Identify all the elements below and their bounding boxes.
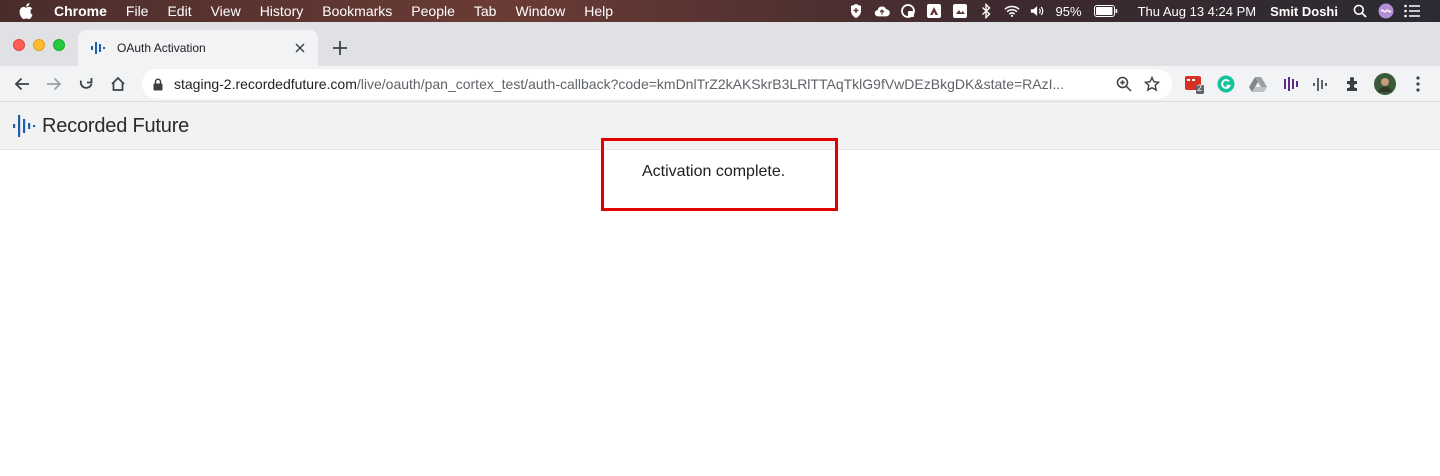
browser-tab-strip: OAuth Activation	[0, 22, 1440, 66]
menu-people[interactable]: People	[411, 0, 455, 22]
calendar-extension-icon[interactable]: 2	[1184, 74, 1204, 94]
tab-title: OAuth Activation	[117, 41, 206, 55]
status-area: 95% Thu Aug 13 4:24 PM Smit Doshi	[848, 0, 1440, 22]
bluetooth-icon[interactable]	[978, 3, 994, 19]
grammarly-icon[interactable]	[1216, 74, 1236, 94]
apple-logo-icon[interactable]	[19, 3, 35, 19]
browser-toolbar: staging-2.recordedfuture.com/live/oauth/…	[0, 66, 1440, 102]
menu-view[interactable]: View	[211, 0, 241, 22]
tab-close-icon[interactable]	[292, 40, 308, 56]
menu-history[interactable]: History	[260, 0, 304, 22]
battery-icon[interactable]	[1093, 3, 1118, 19]
wifi-icon[interactable]	[1003, 3, 1020, 19]
google-drive-sync-icon[interactable]	[900, 3, 916, 19]
user-name[interactable]: Smit Doshi	[1270, 4, 1338, 19]
extension-badge-count: 2	[1197, 83, 1203, 93]
url-text[interactable]: staging-2.recordedfuture.com/live/oauth/…	[174, 76, 1114, 92]
forward-arrow-icon[interactable]	[43, 73, 65, 95]
window-close-button[interactable]	[13, 39, 25, 51]
menu-help[interactable]: Help	[584, 0, 613, 22]
menu-bookmarks[interactable]: Bookmarks	[322, 0, 392, 22]
reload-icon[interactable]	[75, 73, 97, 95]
macos-menu-bar: Chrome File Edit View History Bookmarks …	[0, 0, 1440, 22]
menu-app-name[interactable]: Chrome	[54, 0, 107, 22]
back-arrow-icon[interactable]	[11, 73, 33, 95]
screenshot-app-icon[interactable]	[952, 3, 968, 19]
tab-oauth-activation[interactable]: OAuth Activation	[78, 30, 318, 66]
notification-center-icon[interactable]	[1404, 3, 1420, 19]
recorded-future-logo-icon	[13, 115, 36, 137]
spotlight-search-icon[interactable]	[1352, 3, 1368, 19]
url-path: /live/oauth/pan_cortex_test/auth-callbac…	[356, 76, 1065, 92]
battery-percent: 95%	[1055, 3, 1082, 19]
menu-edit[interactable]: Edit	[167, 0, 191, 22]
extensions-puzzle-icon[interactable]	[1343, 74, 1363, 94]
activation-message: Activation complete.	[642, 163, 786, 180]
zoom-icon[interactable]	[1114, 74, 1134, 94]
purple-bars-extension-icon[interactable]	[1280, 74, 1300, 94]
url-host: staging-2.recordedfuture.com	[174, 76, 357, 92]
drive-extension-icon[interactable]	[1248, 74, 1268, 94]
new-tab-button[interactable]	[330, 38, 350, 58]
shield-status-icon[interactable]	[848, 3, 864, 19]
menu-file[interactable]: File	[126, 0, 149, 22]
siri-icon[interactable]	[1378, 3, 1394, 19]
lock-icon[interactable]	[151, 77, 165, 91]
recorded-future-logo[interactable]: Recorded Future	[12, 113, 189, 139]
adobe-icon[interactable]	[926, 3, 942, 19]
home-icon[interactable]	[107, 73, 129, 95]
chrome-menu-icon[interactable]	[1408, 74, 1428, 94]
menu-window[interactable]: Window	[515, 0, 565, 22]
profile-avatar[interactable]	[1374, 73, 1396, 95]
bookmark-star-icon[interactable]	[1142, 74, 1162, 94]
volume-icon[interactable]	[1030, 3, 1046, 19]
recorded-future-favicon-icon	[90, 40, 108, 56]
menu-tab[interactable]: Tab	[474, 0, 497, 22]
clock[interactable]: Thu Aug 13 4:24 PM	[1138, 4, 1257, 19]
logo-text: Recorded Future	[42, 114, 190, 137]
address-bar[interactable]: staging-2.recordedfuture.com/live/oauth/…	[142, 69, 1172, 99]
window-minimize-button[interactable]	[33, 39, 45, 51]
window-zoom-button[interactable]	[53, 39, 65, 51]
cloud-upload-icon[interactable]	[874, 3, 890, 19]
recorded-future-extension-icon[interactable]	[1311, 74, 1331, 94]
